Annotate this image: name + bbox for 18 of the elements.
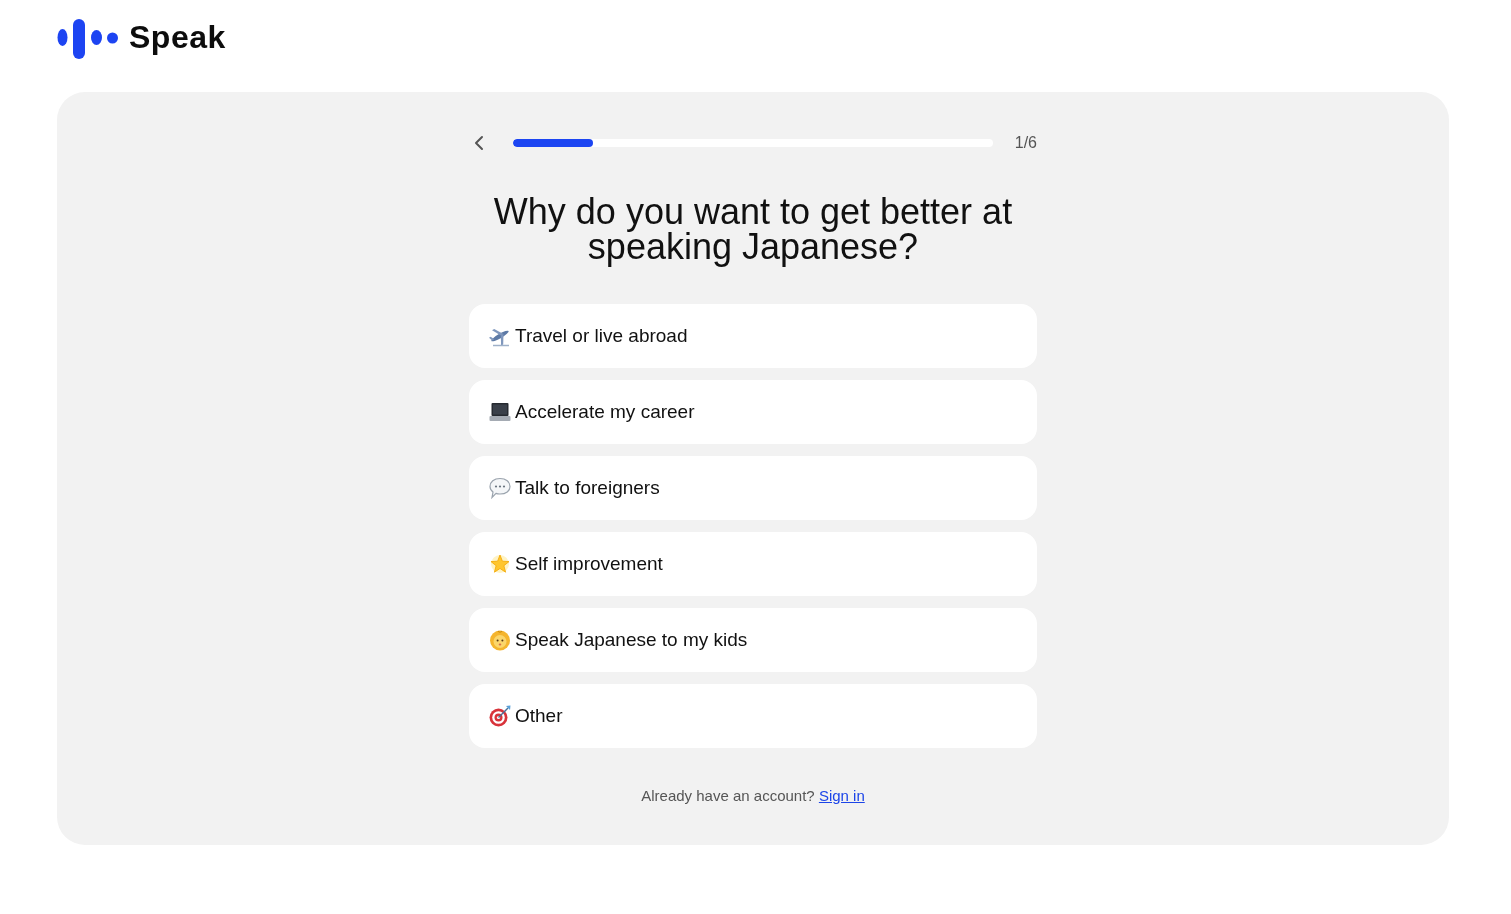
logo-text: Speak xyxy=(129,19,226,55)
option-button[interactable]: Talk to foreigners xyxy=(469,456,1037,520)
chevron-left-icon xyxy=(473,135,485,151)
option-button[interactable]: Accelerate my career xyxy=(469,380,1037,444)
progress-counter: 1/6 xyxy=(1014,133,1037,153)
laptop-icon xyxy=(489,401,511,423)
baby-face-icon xyxy=(489,629,511,651)
back-button[interactable] xyxy=(473,135,485,151)
target-icon xyxy=(489,705,511,727)
account-prompt-text: Already have an account? xyxy=(641,787,815,804)
option-button[interactable]: Travel or live abroad xyxy=(469,304,1037,368)
sign-in-link[interactable]: Sign in xyxy=(818,787,865,804)
speech-bubble-icon xyxy=(489,477,511,499)
option-button[interactable]: Other xyxy=(469,684,1037,748)
glowing-star-icon xyxy=(489,553,511,575)
option-button[interactable]: Self improvement xyxy=(469,532,1037,596)
logo-icon xyxy=(57,19,119,59)
option-button[interactable]: Speak Japanese to my kids xyxy=(469,608,1037,672)
